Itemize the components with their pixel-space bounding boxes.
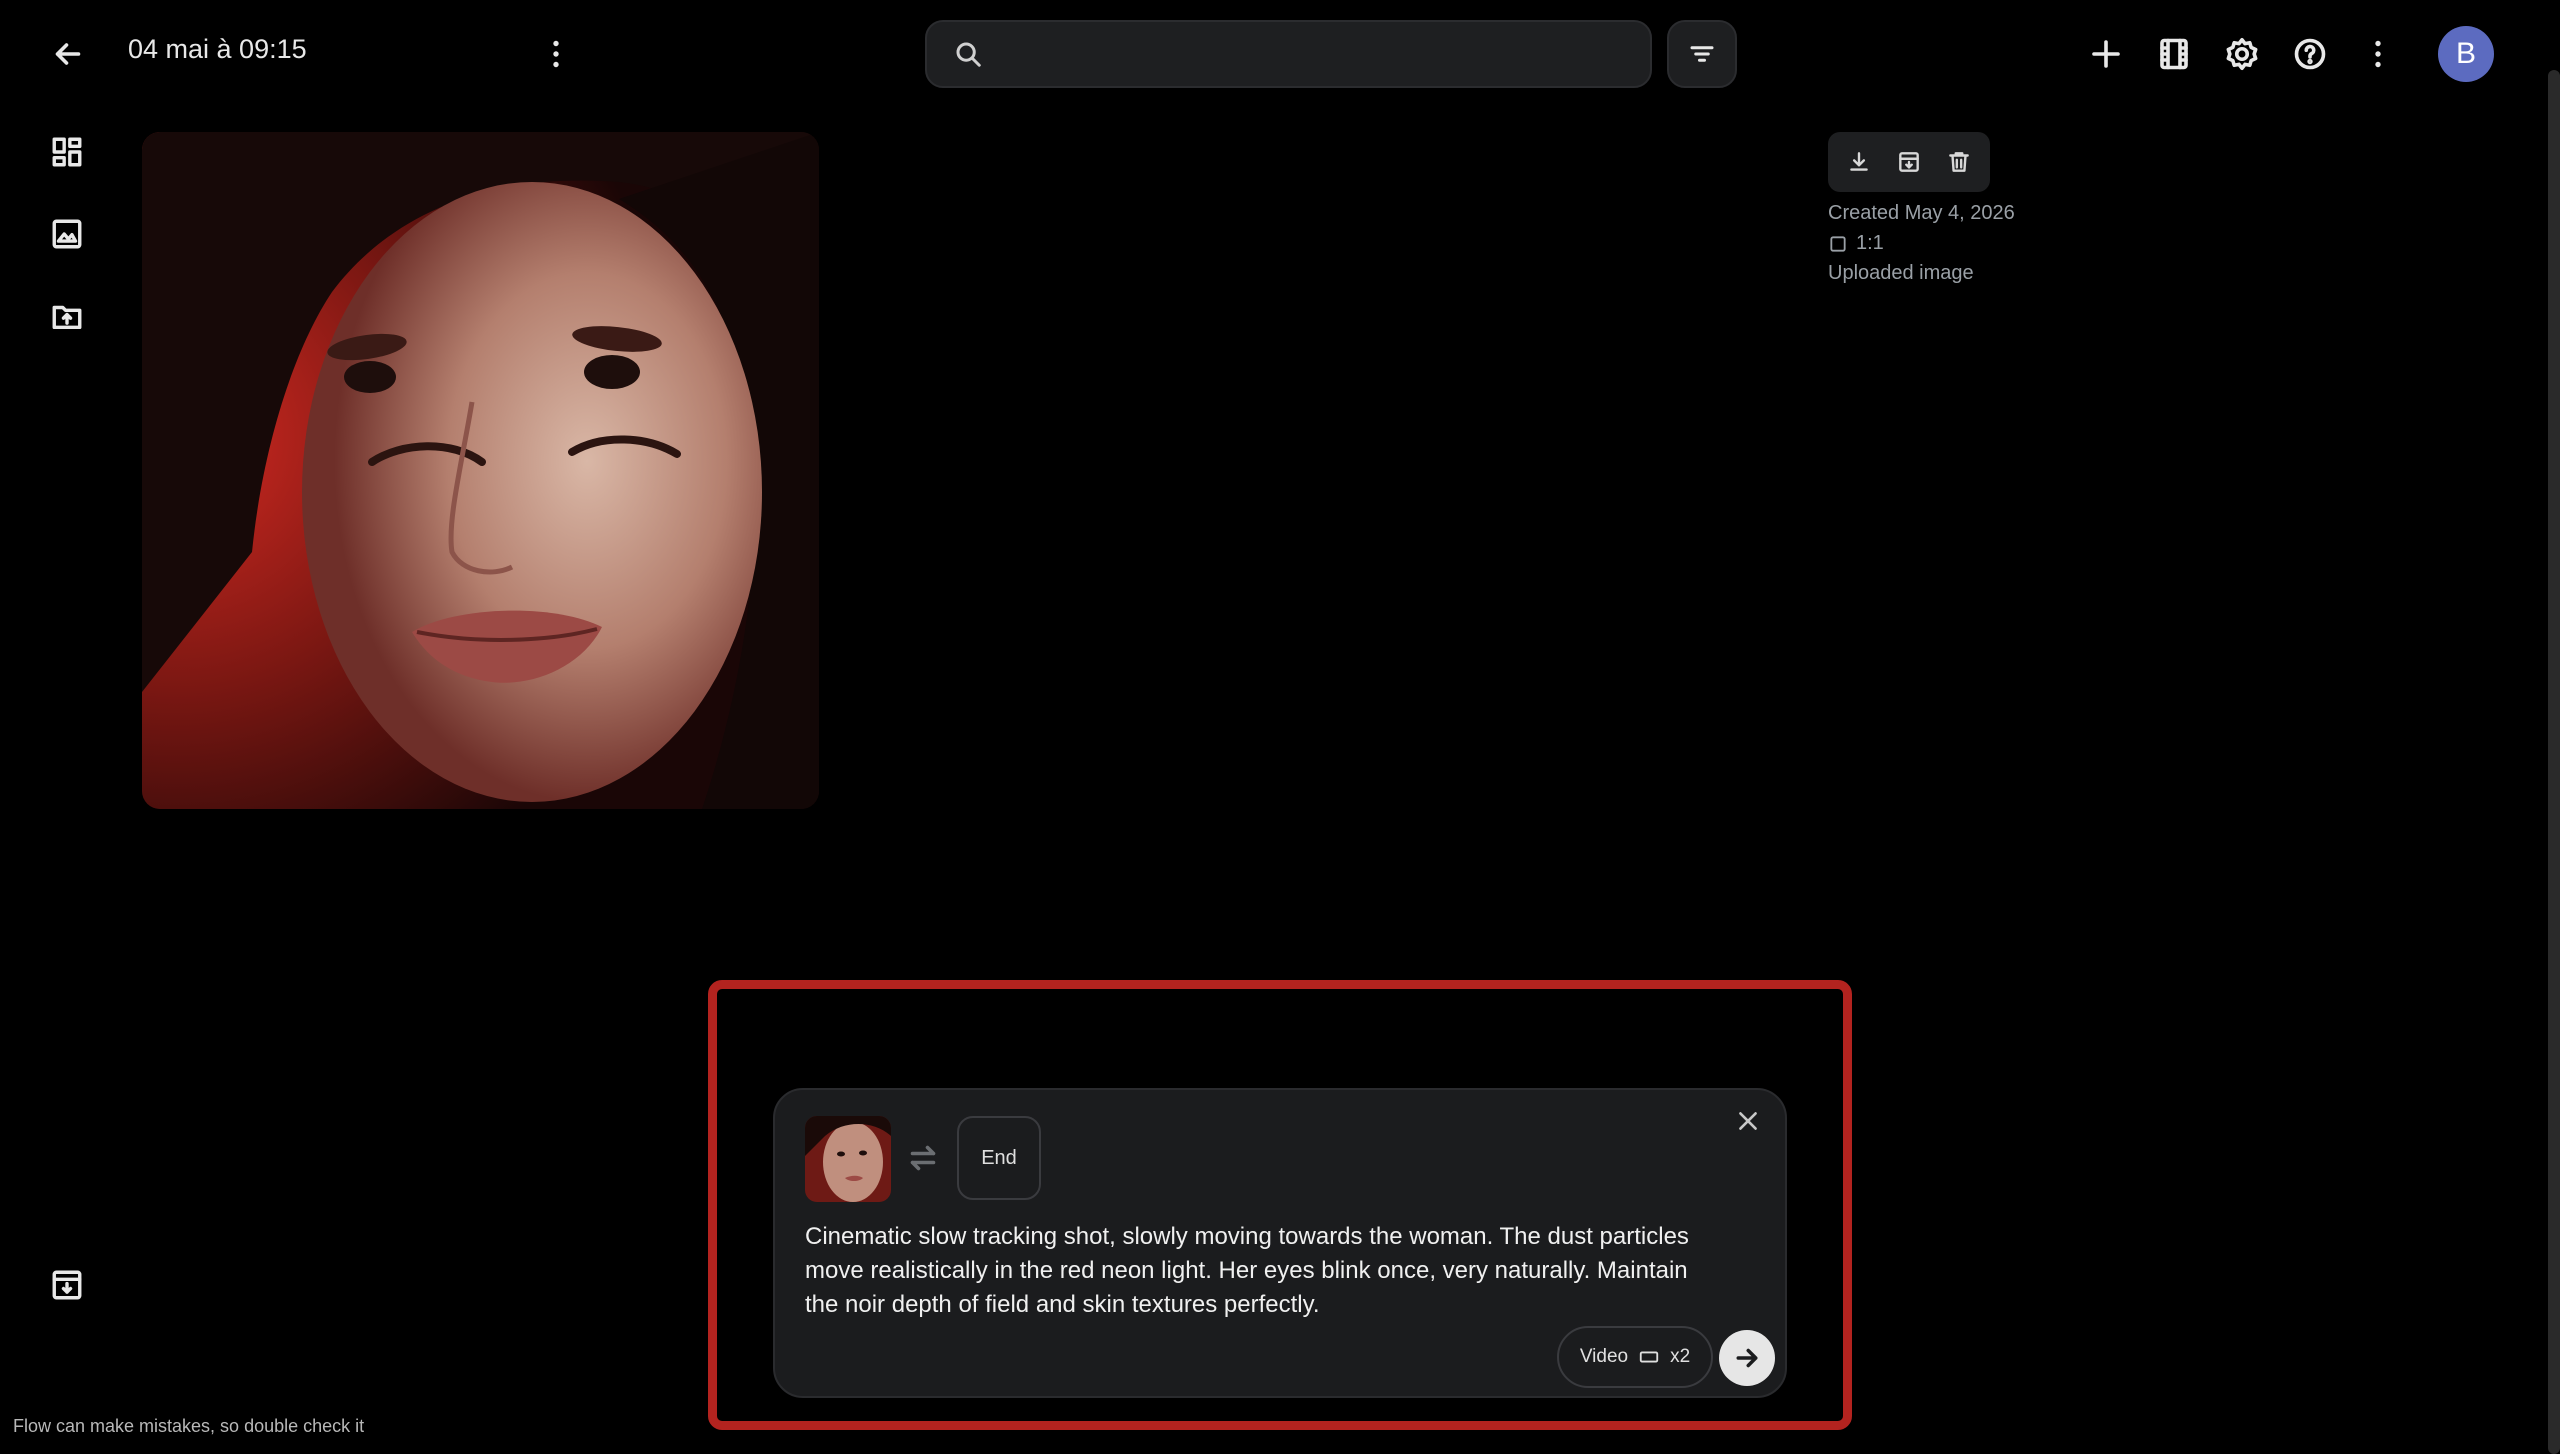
- image-icon: [52, 219, 82, 249]
- search-input[interactable]: [1001, 39, 1650, 69]
- end-frame-button[interactable]: End: [957, 1116, 1041, 1200]
- square-icon: [1830, 235, 1846, 252]
- plus-icon: [2092, 40, 2120, 68]
- close-button[interactable]: [1735, 1108, 1779, 1152]
- swap-frames-button[interactable]: [905, 1140, 945, 1180]
- delete-button[interactable]: [1938, 141, 1980, 183]
- filter-icon: [1690, 46, 1714, 62]
- archive-icon: [1899, 152, 1919, 172]
- more-vertical-icon: [2375, 40, 2381, 68]
- download-button[interactable]: [1838, 141, 1880, 183]
- close-icon: [1739, 1112, 1757, 1130]
- help-button[interactable]: [2282, 26, 2338, 82]
- search-bar[interactable]: [925, 20, 1652, 88]
- avatar[interactable]: B: [2438, 26, 2494, 82]
- filter-button[interactable]: [1667, 20, 1737, 88]
- landscape-ratio-icon: [1639, 1351, 1659, 1363]
- disclaimer-text: Flow can make mistakes, so double check …: [13, 1416, 365, 1436]
- scrollbar[interactable]: [2548, 70, 2560, 1454]
- sidebar-item-archive[interactable]: [39, 1257, 95, 1313]
- count-label: x2: [1670, 1346, 1691, 1367]
- sidebar-item-grid[interactable]: [39, 124, 95, 180]
- arrow-right-icon: [1736, 1348, 1758, 1368]
- more-vertical-icon: [553, 40, 559, 68]
- swap-icon: [910, 1145, 936, 1171]
- aspect-ratio: 1:1: [1828, 232, 1884, 255]
- mode-label: Video: [1579, 1346, 1629, 1367]
- add-button[interactable]: [2078, 26, 2134, 82]
- aspect-ratio-label: 1:1: [1856, 232, 1884, 254]
- sidebar-item-images[interactable]: [39, 206, 95, 262]
- more-button[interactable]: [2350, 26, 2406, 82]
- arrow-left-icon: [55, 43, 81, 65]
- archive-button[interactable]: [1888, 141, 1930, 183]
- film-icon: [2160, 38, 2188, 70]
- search-icon: [956, 42, 981, 67]
- back-button[interactable]: [40, 26, 96, 82]
- gear-icon: [2226, 37, 2258, 71]
- trash-icon: [1949, 152, 1969, 172]
- image-actions-toolbar: [1828, 132, 1990, 192]
- download-icon: [1850, 152, 1868, 171]
- submit-button[interactable]: [1719, 1330, 1775, 1386]
- sidebar-item-uploads[interactable]: [39, 288, 95, 344]
- prompt-text[interactable]: Cinematic slow tracking shot, slowly mov…: [805, 1220, 1725, 1322]
- portrait-thumbnail: [805, 1116, 891, 1202]
- prompt-composer: End Cinematic slow tracking shot, slowly…: [773, 1088, 1787, 1398]
- settings-button[interactable]: [2214, 26, 2270, 82]
- folder-upload-icon: [52, 305, 82, 330]
- archive-download-icon: [52, 1270, 82, 1300]
- help-icon: [2294, 38, 2326, 70]
- portrait-image: [142, 132, 819, 809]
- scenes-button[interactable]: [2146, 26, 2202, 82]
- generation-mode-selector[interactable]: Video x2: [1557, 1326, 1713, 1388]
- page-title: 04 mai à 09:15: [128, 34, 307, 64]
- created-date: Created May 4, 2026: [1828, 202, 2015, 224]
- start-frame-thumbnail[interactable]: [805, 1116, 891, 1202]
- source-label: Uploaded image: [1828, 262, 1974, 284]
- title-more-button[interactable]: [528, 26, 584, 82]
- generated-image[interactable]: [142, 132, 819, 809]
- grid-icon: [52, 137, 82, 167]
